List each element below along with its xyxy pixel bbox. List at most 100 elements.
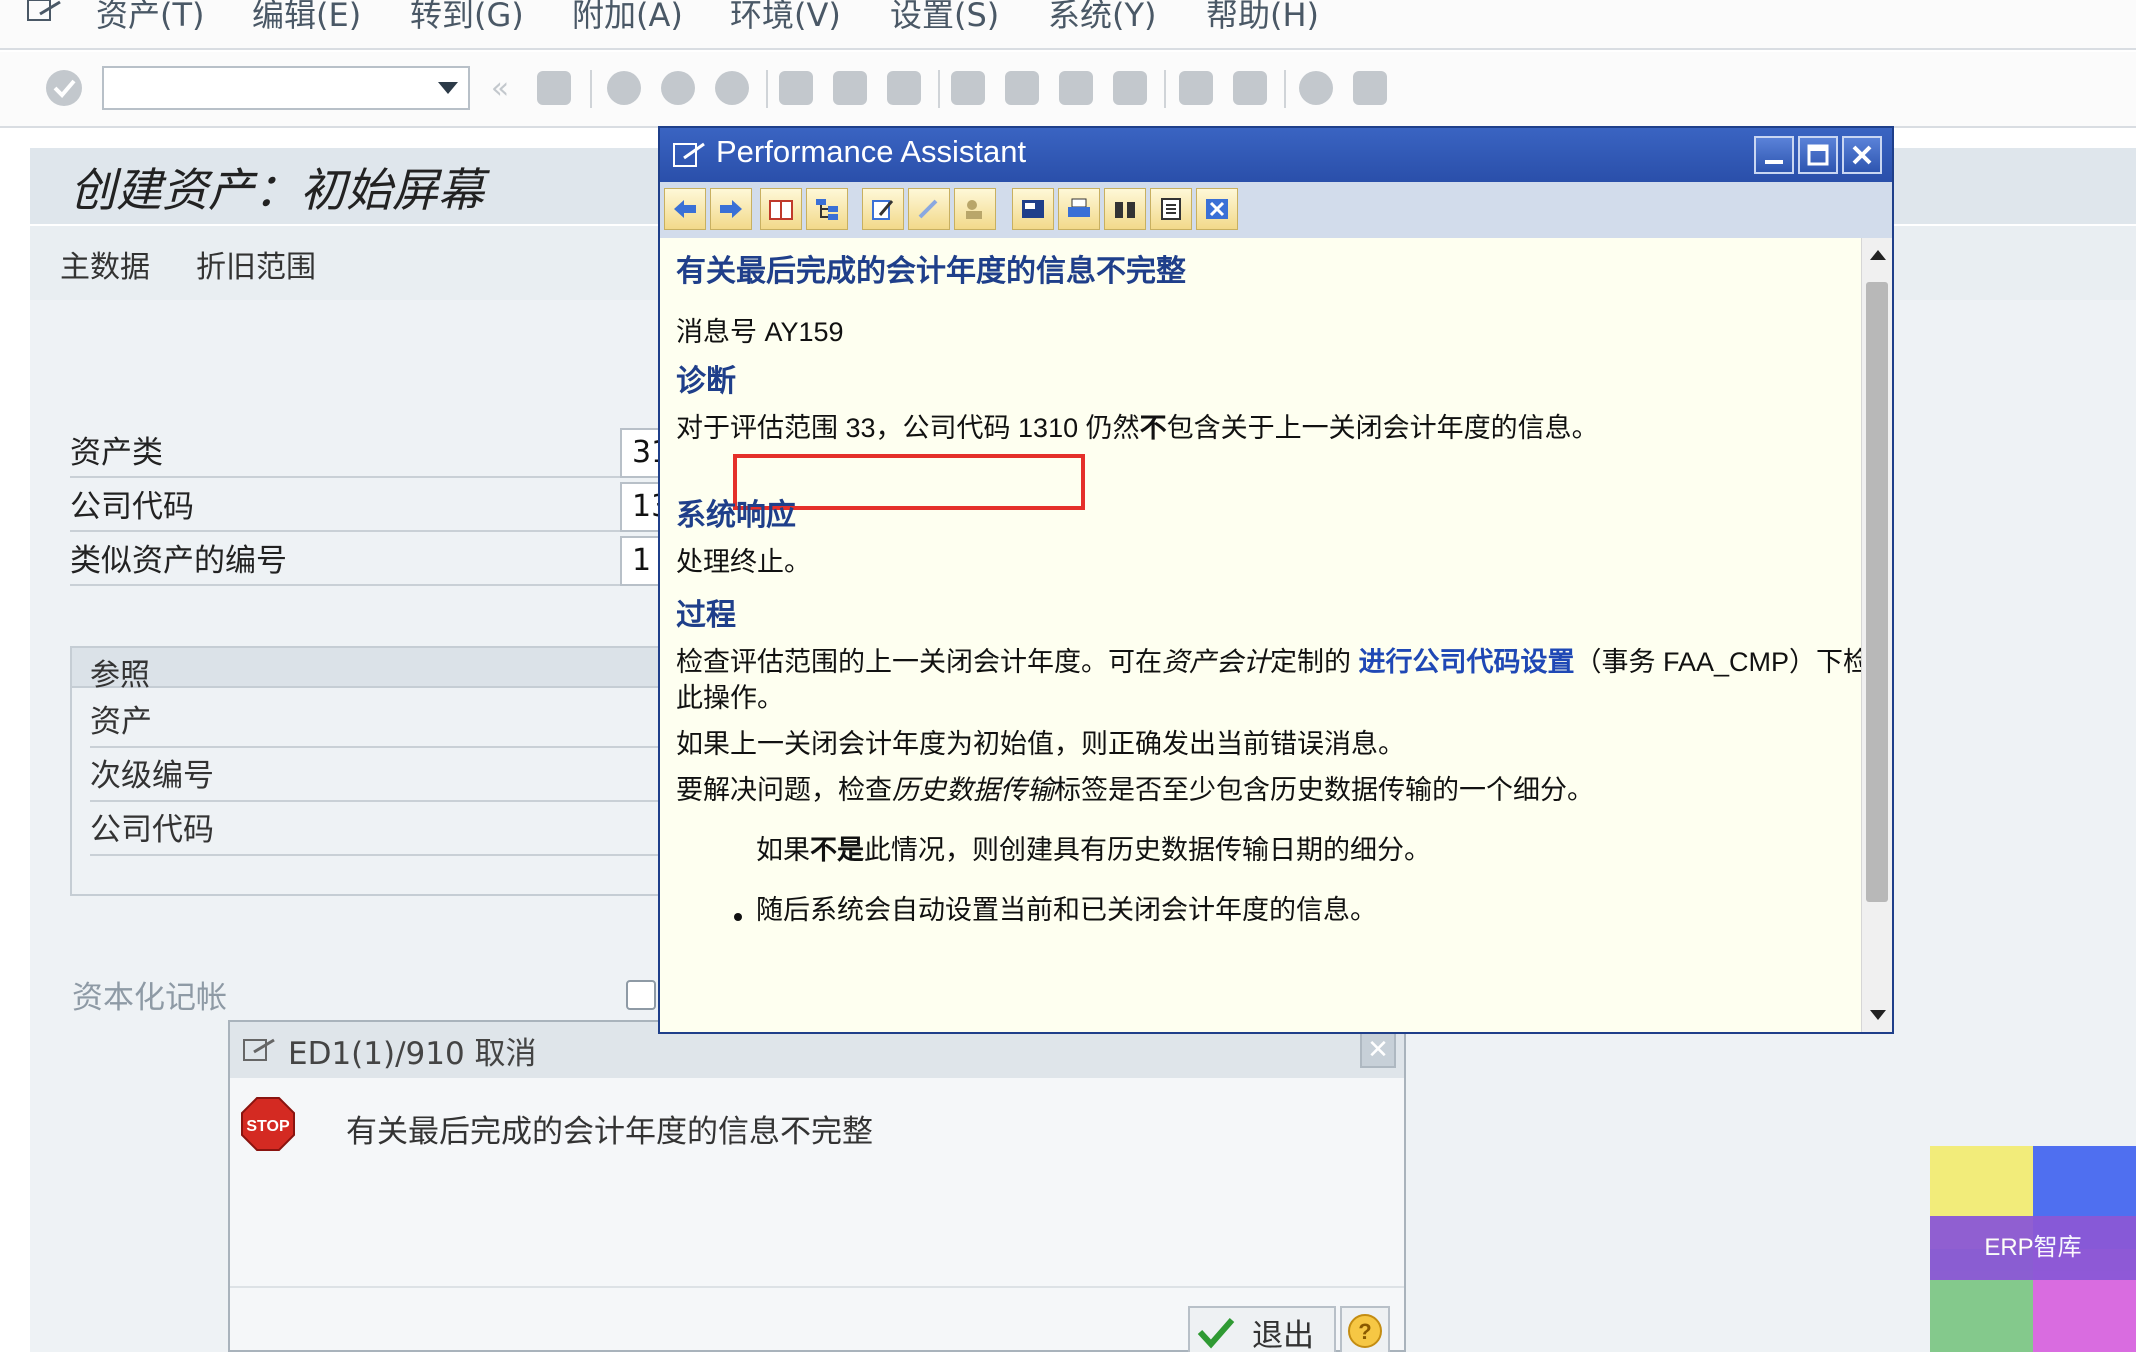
pa-titlebar: Performance Assistant bbox=[660, 128, 1892, 182]
window-split-icon bbox=[1022, 200, 1044, 218]
ref-asset-label: 资产 bbox=[90, 696, 662, 748]
pa-edit-button[interactable] bbox=[862, 188, 904, 230]
pa-procedure-text-italic: 资产会计 bbox=[1162, 647, 1270, 677]
menu-goto[interactable]: 转到(G) bbox=[410, 0, 524, 31]
pa-book-button[interactable] bbox=[760, 188, 802, 230]
toolbar-separator bbox=[590, 70, 592, 108]
pa-diagnosis-text-bold: 不 bbox=[1139, 413, 1167, 443]
asset-class-label: 资产类 bbox=[70, 428, 620, 478]
stop-icon-text: STOP bbox=[246, 1118, 290, 1135]
save-button[interactable] bbox=[532, 66, 576, 110]
next-page-icon bbox=[1059, 71, 1093, 105]
scroll-down-icon[interactable] bbox=[1870, 1010, 1886, 1020]
pa-forward-button[interactable] bbox=[710, 188, 752, 230]
pa-procedure-text-p3: （事务 FAA_CMP）下检查 bbox=[1574, 647, 1861, 677]
menu-asset[interactable]: 资产(T) bbox=[96, 0, 205, 31]
find-button[interactable] bbox=[828, 66, 872, 110]
pa-structure-button[interactable] bbox=[806, 188, 848, 230]
performance-assistant-window: Performance Assistant 有关最后完成的会计年度的信息不完整 … bbox=[658, 126, 1894, 1034]
bullet-dot bbox=[734, 913, 742, 921]
close-button[interactable] bbox=[1842, 136, 1882, 174]
pa-followup-text: 随后系统会自动设置当前和已关闭会计年度的信息。 bbox=[756, 895, 1377, 925]
capitalization-label: 资本化记帐 bbox=[72, 980, 227, 1016]
menu-environment[interactable]: 环境(V) bbox=[730, 0, 841, 31]
chevron-down-icon[interactable] bbox=[438, 82, 458, 94]
help-button[interactable]: ? bbox=[1340, 1306, 1390, 1352]
pa-procedure-text2: 如果上一关闭会计年度为初始值，则正确发出当前错误消息。 bbox=[676, 729, 1405, 759]
scroll-up-icon[interactable] bbox=[1870, 250, 1886, 260]
pa-print-button[interactable] bbox=[1058, 188, 1100, 230]
printer-icon bbox=[1068, 198, 1090, 217]
back-icon bbox=[607, 71, 641, 105]
pa-scrollbar[interactable] bbox=[1861, 238, 1892, 1032]
pa-user-button[interactable] bbox=[954, 188, 996, 230]
pa-annotate-button[interactable] bbox=[908, 188, 950, 230]
shortcut-button[interactable] bbox=[1228, 66, 1272, 110]
asset-class-row: 资产类 310 bbox=[70, 428, 740, 478]
print-button[interactable] bbox=[774, 66, 818, 110]
minimize-button[interactable] bbox=[1754, 136, 1794, 174]
pa-find-button[interactable] bbox=[1104, 188, 1146, 230]
menu-edit[interactable]: 编辑(E) bbox=[252, 0, 361, 31]
pa-list-button[interactable] bbox=[1150, 188, 1192, 230]
find-next-button[interactable] bbox=[882, 66, 926, 110]
cancel-button[interactable] bbox=[710, 66, 754, 110]
cancel-dialog: ED1(1)/910 取消 ✕ STOP 有关最后完成的会计年度的信息不完整 退… bbox=[228, 1020, 1406, 1352]
maximize-icon bbox=[1807, 144, 1829, 166]
toolbar-separator bbox=[1164, 70, 1166, 108]
pa-diagnosis-text-pre: 对于评估范围 33，公司代码 1310 仍然 bbox=[676, 413, 1140, 443]
pa-diagnosis-text: 对于评估范围 33，公司代码 1310 仍然不包含关于上一关闭会计年度的信息。 bbox=[676, 406, 1599, 445]
menu-system[interactable]: 系统(Y) bbox=[1048, 0, 1157, 31]
book-icon bbox=[769, 200, 793, 220]
pa-procedure-heading: 过程 bbox=[676, 599, 736, 632]
pa-procedure-text3-italic: 历史数据传输 bbox=[892, 775, 1054, 805]
exit-button[interactable]: 退出 bbox=[1188, 1306, 1336, 1352]
maximize-button[interactable] bbox=[1798, 136, 1838, 174]
pa-procedure-text-p2: 定制的 bbox=[1270, 647, 1359, 677]
command-field[interactable] bbox=[102, 66, 470, 110]
capitalization-checkbox[interactable] bbox=[626, 980, 656, 1010]
exit-icon bbox=[661, 71, 695, 105]
first-page-icon bbox=[951, 71, 985, 105]
ref-subnumber-label: 次级编号 bbox=[90, 750, 662, 802]
last-page-button[interactable] bbox=[1108, 66, 1152, 110]
first-page-button[interactable] bbox=[946, 66, 990, 110]
pa-response-text: 处理终止。 bbox=[676, 547, 811, 577]
ref-subnumber-row: 次级编号 bbox=[90, 750, 742, 802]
ref-company-code-row: 公司代码 bbox=[90, 804, 742, 856]
exit-label: 退出 bbox=[1252, 1318, 1314, 1352]
stop-icon: STOP bbox=[241, 1097, 295, 1151]
previous-page-button[interactable] bbox=[1000, 66, 1044, 110]
exit-button-toolbar[interactable] bbox=[656, 66, 700, 110]
minimize-icon bbox=[1765, 160, 1783, 164]
pa-response-heading: 系统响应 bbox=[676, 499, 796, 532]
pa-procedure-text-p1: 检查评估范围的上一关闭会计年度。可在 bbox=[676, 647, 1162, 677]
pa-bullet-text-post: 此情况，则创建具有历史数据传输日期的细分。 bbox=[864, 835, 1431, 865]
check-icon bbox=[1197, 1318, 1235, 1349]
new-session-button[interactable] bbox=[1174, 66, 1218, 110]
pa-back-button[interactable] bbox=[664, 188, 706, 230]
watermark-text: ERP智库 bbox=[1930, 1216, 2136, 1280]
depreciation-areas-button[interactable]: 折旧范围 bbox=[196, 242, 316, 286]
menu-settings[interactable]: 设置(S) bbox=[890, 0, 999, 31]
next-page-button[interactable] bbox=[1054, 66, 1098, 110]
back-history-button[interactable]: « bbox=[478, 66, 522, 110]
ref-company-code-label: 公司代码 bbox=[90, 804, 662, 856]
user-icon bbox=[966, 200, 982, 219]
pa-window-button[interactable] bbox=[1012, 188, 1054, 230]
watermark-logo: ERP智库 bbox=[1930, 1146, 2136, 1352]
enter-button[interactable] bbox=[42, 66, 86, 110]
check-circle-icon bbox=[46, 70, 82, 106]
menu-help[interactable]: 帮助(H) bbox=[1206, 0, 1319, 31]
menu-extras[interactable]: 附加(A) bbox=[572, 0, 683, 31]
scroll-thumb[interactable] bbox=[1866, 282, 1888, 902]
layout-button[interactable] bbox=[1348, 66, 1392, 110]
close-icon[interactable]: ✕ bbox=[1360, 1032, 1396, 1068]
arrow-left-icon bbox=[674, 200, 696, 218]
help-button-toolbar[interactable] bbox=[1294, 66, 1338, 110]
menu-icon[interactable] bbox=[26, 0, 64, 24]
pa-close-button[interactable] bbox=[1196, 188, 1238, 230]
company-code-settings-link[interactable]: 进行公司代码设置 bbox=[1359, 647, 1575, 677]
master-data-button[interactable]: 主数据 bbox=[60, 242, 150, 286]
back-button[interactable] bbox=[602, 66, 646, 110]
